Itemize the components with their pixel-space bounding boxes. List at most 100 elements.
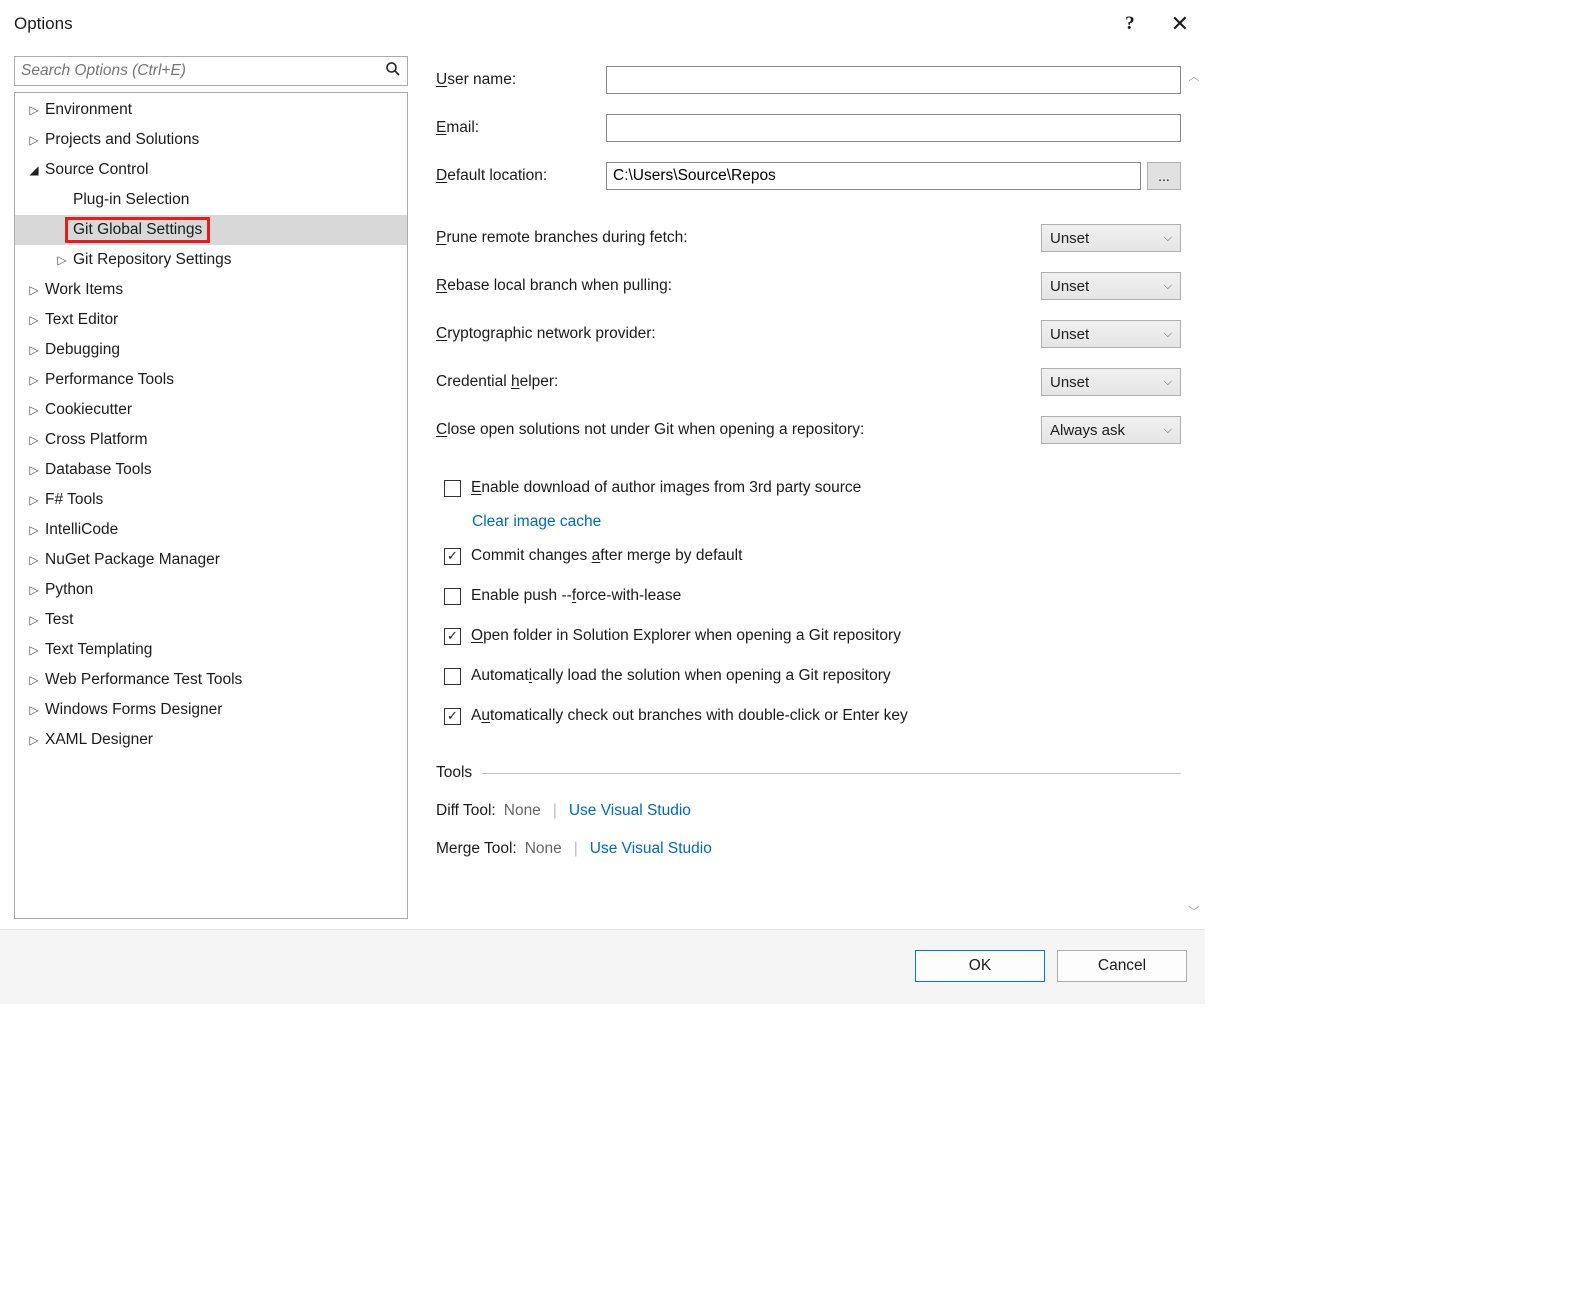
merge-use-vs-link[interactable]: Use Visual Studio (590, 840, 712, 858)
chevron-right-icon[interactable]: ▷ (25, 583, 43, 597)
default-location-input[interactable] (606, 162, 1141, 190)
chevron-right-icon[interactable]: ▷ (53, 253, 71, 267)
checkbox-label[interactable]: Automatically load the solution when ope… (471, 667, 891, 685)
chevron-right-icon[interactable]: ▷ (25, 103, 43, 117)
checkbox[interactable] (444, 668, 461, 685)
tree-item[interactable]: ▷IntelliCode (15, 515, 407, 545)
tree-item[interactable]: ▷Database Tools (15, 455, 407, 485)
options-dialog: Options ? ✕ ▷Environment▷Projects and So… (0, 0, 1205, 1004)
chevron-right-icon[interactable]: ▷ (25, 703, 43, 717)
search-input[interactable] (15, 61, 379, 81)
category-tree[interactable]: ▷Environment▷Projects and Solutions◢Sour… (14, 92, 408, 919)
setting-row: Close open solutions not under Git when … (436, 406, 1181, 454)
tree-item[interactable]: ▷Test (15, 605, 407, 635)
tree-item[interactable]: ▷Windows Forms Designer (15, 695, 407, 725)
left-panel: ▷Environment▷Projects and Solutions◢Sour… (14, 56, 408, 919)
chevron-right-icon[interactable]: ▷ (25, 133, 43, 147)
setting-row: Prune remote branches during fetch:Unset… (436, 214, 1181, 262)
clear-image-cache-link[interactable]: Clear image cache (472, 513, 601, 531)
tree-item[interactable]: ▷Debugging (15, 335, 407, 365)
chevron-right-icon[interactable]: ▷ (25, 493, 43, 507)
checkbox-label[interactable]: Enable download of author images from 3r… (471, 479, 861, 497)
tree-item[interactable]: ▷Projects and Solutions (15, 125, 407, 155)
checkbox[interactable]: ✓ (444, 708, 461, 725)
checkbox[interactable] (444, 588, 461, 605)
search-box[interactable] (14, 56, 408, 86)
tree-item[interactable]: ▷Environment (15, 95, 407, 125)
tree-item-label: Text Editor (43, 311, 118, 329)
tree-item-label: Text Templating (43, 641, 152, 659)
diff-use-vs-link[interactable]: Use Visual Studio (569, 802, 691, 820)
email-input[interactable] (606, 114, 1181, 142)
browse-button[interactable]: ... (1147, 162, 1181, 190)
tree-item-label: F# Tools (43, 491, 103, 509)
checkbox-label[interactable]: Automatically check out branches with do… (471, 707, 908, 725)
checkbox-label[interactable]: Open folder in Solution Explorer when op… (471, 627, 901, 645)
tree-item-label: Git Global Settings (69, 221, 206, 239)
tree-item-label: XAML Designer (43, 731, 153, 749)
tree-item[interactable]: ▷Git Global Settings (15, 215, 407, 245)
username-input[interactable] (606, 66, 1181, 94)
tree-item[interactable]: ▷Text Templating (15, 635, 407, 665)
checkbox-label[interactable]: Commit changes after merge by default (471, 547, 742, 565)
scroll-down-icon[interactable]: ﹀ (1189, 903, 1200, 919)
tree-item[interactable]: ▷Work Items (15, 275, 407, 305)
merge-tool-row: Merge Tool: None | Use Visual Studio (436, 830, 1181, 868)
tree-item-label: Plug-in Selection (71, 191, 189, 209)
setting-select[interactable]: Unset⌵ (1041, 272, 1181, 300)
chevron-right-icon[interactable]: ▷ (25, 673, 43, 687)
cancel-button[interactable]: Cancel (1057, 950, 1187, 982)
chevron-right-icon[interactable]: ▷ (25, 343, 43, 357)
chevron-right-icon[interactable]: ▷ (25, 433, 43, 447)
tree-item[interactable]: ▷Python (15, 575, 407, 605)
tree-item[interactable]: ▷XAML Designer (15, 725, 407, 755)
chevron-right-icon[interactable]: ▷ (25, 553, 43, 567)
tree-item[interactable]: ▷Git Repository Settings (15, 245, 407, 275)
tree-item[interactable]: ▷NuGet Package Manager (15, 545, 407, 575)
search-icon (379, 61, 407, 82)
tree-item-label: Cookiecutter (43, 401, 132, 419)
setting-select[interactable]: Unset⌵ (1041, 320, 1181, 348)
tree-item-label: NuGet Package Manager (43, 551, 220, 569)
setting-select[interactable]: Unset⌵ (1041, 224, 1181, 252)
tree-item[interactable]: ▷Web Performance Test Tools (15, 665, 407, 695)
scrollbar[interactable]: ︿ ﹀ (1187, 68, 1201, 919)
checkbox-label[interactable]: Enable push --force-with-lease (471, 587, 681, 605)
chevron-right-icon[interactable]: ▷ (25, 403, 43, 417)
chevron-right-icon[interactable]: ▷ (25, 463, 43, 477)
tree-item[interactable]: ▷Performance Tools (15, 365, 407, 395)
help-button[interactable]: ? (1125, 13, 1135, 35)
tree-item[interactable]: ▷Cross Platform (15, 425, 407, 455)
tree-item[interactable]: ◢Source Control (15, 155, 407, 185)
chevron-right-icon[interactable]: ▷ (25, 373, 43, 387)
scroll-up-icon[interactable]: ︿ (1189, 68, 1200, 84)
checkbox[interactable] (444, 480, 461, 497)
tools-header-label: Tools (436, 764, 472, 782)
email-row: Email: (436, 104, 1181, 152)
tree-item[interactable]: ▷Cookiecutter (15, 395, 407, 425)
setting-select[interactable]: Unset⌵ (1041, 368, 1181, 396)
chevron-right-icon[interactable]: ▷ (25, 643, 43, 657)
setting-select[interactable]: Always ask⌵ (1041, 416, 1181, 444)
chevron-right-icon[interactable]: ▷ (25, 283, 43, 297)
ok-button[interactable]: OK (915, 950, 1045, 982)
select-value: Unset (1050, 230, 1089, 247)
chevron-right-icon[interactable]: ▷ (25, 613, 43, 627)
email-label: Email: (436, 119, 606, 137)
chevron-right-icon[interactable]: ▷ (25, 733, 43, 747)
tree-item-label: Web Performance Test Tools (43, 671, 242, 689)
merge-tool-label: Merge Tool: (436, 840, 517, 858)
setting-row: Rebase local branch when pulling:Unset⌵ (436, 262, 1181, 310)
chevron-right-icon[interactable]: ▷ (25, 313, 43, 327)
tree-item[interactable]: ▷Text Editor (15, 305, 407, 335)
checkbox[interactable]: ✓ (444, 548, 461, 565)
chevron-down-icon[interactable]: ◢ (25, 163, 43, 177)
checkbox[interactable]: ✓ (444, 628, 461, 645)
chevron-down-icon: ⌵ (1164, 376, 1172, 389)
tree-item-label: Test (43, 611, 73, 629)
chevron-down-icon: ⌵ (1164, 424, 1172, 437)
tree-item[interactable]: ▷F# Tools (15, 485, 407, 515)
chevron-right-icon[interactable]: ▷ (25, 523, 43, 537)
close-button[interactable]: ✕ (1165, 11, 1195, 37)
tree-item[interactable]: ▷Plug-in Selection (15, 185, 407, 215)
